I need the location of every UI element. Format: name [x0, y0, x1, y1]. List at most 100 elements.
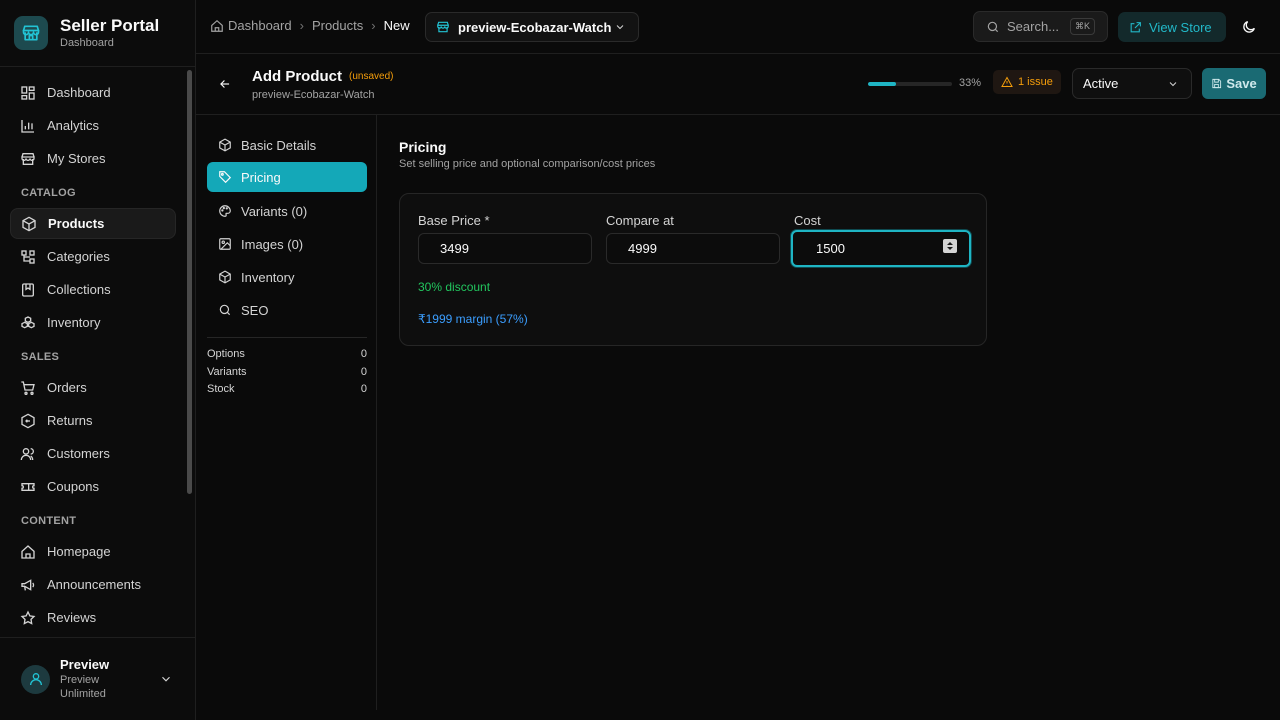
stat-options: Options 0 [207, 348, 367, 360]
breadcrumb-new: New [383, 18, 410, 33]
search-button[interactable]: Search... ⌘K [973, 11, 1108, 42]
sidebar-item-label: Returns [47, 413, 93, 428]
store-selector[interactable]: preview-Ecobazar-Watch [425, 12, 639, 42]
sidebar-item-orders[interactable]: Orders [10, 372, 176, 403]
theme-toggle-button[interactable] [1241, 19, 1257, 35]
section-heading-catalog: CATALOG [21, 187, 76, 199]
back-button[interactable] [218, 77, 232, 91]
palette-icon [219, 205, 231, 217]
store-icon [437, 21, 449, 33]
store-logo-icon [14, 16, 48, 50]
section-tab-variants[interactable]: Variants (0) [207, 196, 367, 226]
section-nav: Basic Details Pricing Variants (0) Image… [196, 115, 377, 710]
stat-label: Variants [207, 366, 247, 378]
section-tab-seo[interactable]: SEO [207, 295, 367, 325]
sidebar-item-label: My Stores [47, 151, 106, 166]
sidebar-item-customers[interactable]: Customers [10, 438, 176, 469]
view-store-label: View Store [1149, 19, 1212, 35]
boxes-icon [21, 315, 35, 328]
base-price-input[interactable]: 3499 [418, 233, 592, 264]
section-tab-basic-details[interactable]: Basic Details [207, 130, 367, 160]
sidebar-item-inventory[interactable]: Inventory [10, 307, 176, 338]
section-title: Pricing [399, 139, 447, 155]
section-tab-label: Inventory [241, 269, 295, 285]
sidebar-item-label: Products [48, 216, 105, 231]
sidebar-item-reviews[interactable]: Reviews [10, 602, 176, 633]
stat-value: 0 [360, 348, 367, 360]
section-tab-inventory[interactable]: Inventory [207, 262, 367, 292]
sidebar-item-coupons[interactable]: Coupons [10, 471, 176, 502]
base-price-value: 3499 [440, 241, 469, 256]
sidebar-item-categories[interactable]: Categories [10, 241, 176, 272]
completion-progress-fill [868, 82, 896, 86]
view-store-button[interactable]: View Store [1118, 12, 1226, 42]
breadcrumb-products[interactable]: Products [312, 18, 363, 33]
stat-value: 0 [360, 383, 367, 395]
base-price-label: Base Price * [418, 213, 490, 228]
issues-badge[interactable]: 1 issue [993, 70, 1061, 94]
megaphone-icon [21, 578, 35, 591]
section-tab-pricing[interactable]: Pricing [207, 162, 367, 192]
breadcrumb-dashboard[interactable]: Dashboard [228, 18, 292, 33]
boxes-icon [219, 270, 231, 284]
section-tab-label: Basic Details [241, 137, 317, 153]
stepper-arrows-icon [947, 242, 953, 250]
sidebar-nav: Dashboard Analytics My Stores CATALOG Pr… [0, 77, 186, 635]
cart-icon [21, 380, 35, 395]
search-shortcut: ⌘K [1069, 18, 1095, 35]
sidebar-item-products[interactable]: Products [10, 208, 176, 239]
page-title: Add Product [252, 68, 342, 85]
sidebar: Seller Portal Dashboard Dashboard Analyt… [0, 0, 196, 720]
sidebar-item-label: Orders [47, 380, 87, 395]
cost-label: Cost [794, 213, 821, 228]
box-icon [219, 138, 231, 152]
sidebar-item-label: Analytics [47, 118, 100, 133]
sidebar-item-dashboard[interactable]: Dashboard [10, 77, 176, 108]
stat-label: Options [207, 348, 245, 360]
divider [207, 337, 367, 338]
discount-text: 30% discount [418, 280, 491, 294]
sidebar-item-label: Coupons [47, 479, 100, 494]
search-icon [987, 21, 999, 32]
tree-icon [21, 249, 35, 264]
users-icon [20, 447, 34, 460]
sidebar-item-announcements[interactable]: Announcements [10, 569, 176, 600]
status-select[interactable]: Active [1072, 68, 1192, 99]
chevron-down-icon [616, 25, 624, 30]
sidebar-item-label: Reviews [47, 610, 97, 625]
brand[interactable]: Seller Portal Dashboard [0, 0, 195, 67]
sidebar-scrollbar[interactable] [187, 70, 192, 494]
sidebar-item-label: Inventory [47, 315, 101, 330]
sidebar-item-analytics[interactable]: Analytics [10, 110, 176, 141]
stat-label: Stock [207, 383, 235, 395]
completion-progress-bar [868, 82, 952, 86]
sidebar-item-returns[interactable]: Returns [10, 405, 176, 436]
stat-variants: Variants 0 [207, 366, 367, 378]
compare-at-label: Compare at [606, 213, 674, 228]
sidebar-item-my-stores[interactable]: My Stores [10, 143, 176, 174]
warning-icon [1001, 76, 1013, 87]
cost-input[interactable]: 1500 [791, 230, 971, 267]
bar-chart-icon [21, 119, 34, 133]
sidebar-item-label: Customers [47, 446, 110, 461]
section-tab-label: Variants (0) [241, 203, 308, 219]
stat-stock: Stock 0 [207, 383, 367, 395]
section-tab-images[interactable]: Images (0) [207, 229, 367, 259]
user-menu[interactable]: Preview Preview Unlimited [0, 637, 195, 720]
user-icon [29, 673, 42, 686]
ticket-icon [21, 482, 35, 491]
save-button[interactable]: Save [1202, 68, 1266, 99]
chevron-right-icon: › [299, 18, 304, 33]
section-tab-label: Images (0) [241, 236, 304, 252]
dashboard-icon [21, 85, 35, 100]
margin-text: ₹1999 margin (57%) [418, 312, 528, 326]
return-box-icon [21, 413, 35, 428]
sidebar-item-collections[interactable]: Collections [10, 274, 176, 305]
search-icon [219, 304, 231, 316]
star-icon [20, 609, 36, 625]
bookmark-icon [22, 282, 34, 297]
number-stepper[interactable] [943, 239, 957, 253]
save-icon [1212, 78, 1222, 89]
sidebar-item-homepage[interactable]: Homepage [10, 536, 176, 567]
compare-at-input[interactable]: 4999 [606, 233, 780, 264]
